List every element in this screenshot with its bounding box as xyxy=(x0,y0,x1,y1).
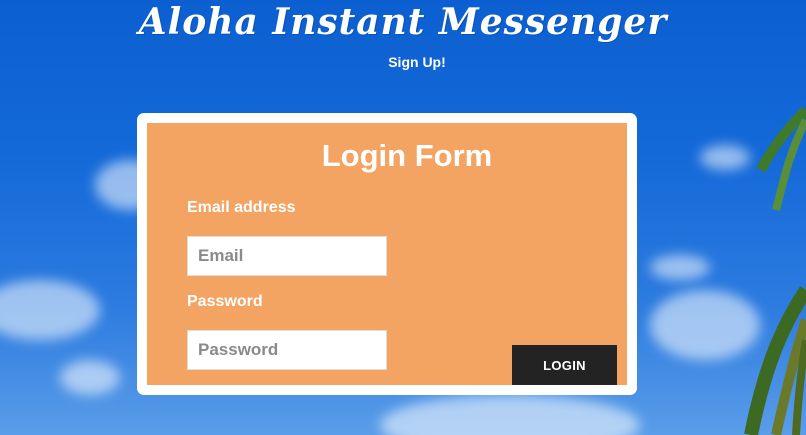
email-input[interactable] xyxy=(187,236,387,276)
email-label: Email address xyxy=(187,199,296,216)
cloud xyxy=(380,395,640,435)
cloud xyxy=(60,360,120,395)
login-form-panel: Login Form Email address Password LOGIN xyxy=(147,123,627,385)
form-title: Login Form xyxy=(321,138,493,173)
password-input[interactable] xyxy=(187,330,387,370)
login-card: Login Form Email address Password LOGIN xyxy=(137,113,637,395)
cloud xyxy=(0,280,100,340)
palm-tree-image xyxy=(744,106,806,435)
app-title: Aloha Instant Messenger xyxy=(138,1,668,43)
password-label: Password xyxy=(187,293,263,310)
cloud xyxy=(650,255,710,280)
login-button[interactable]: LOGIN xyxy=(512,345,617,385)
signup-link[interactable]: Sign Up! xyxy=(0,52,806,72)
